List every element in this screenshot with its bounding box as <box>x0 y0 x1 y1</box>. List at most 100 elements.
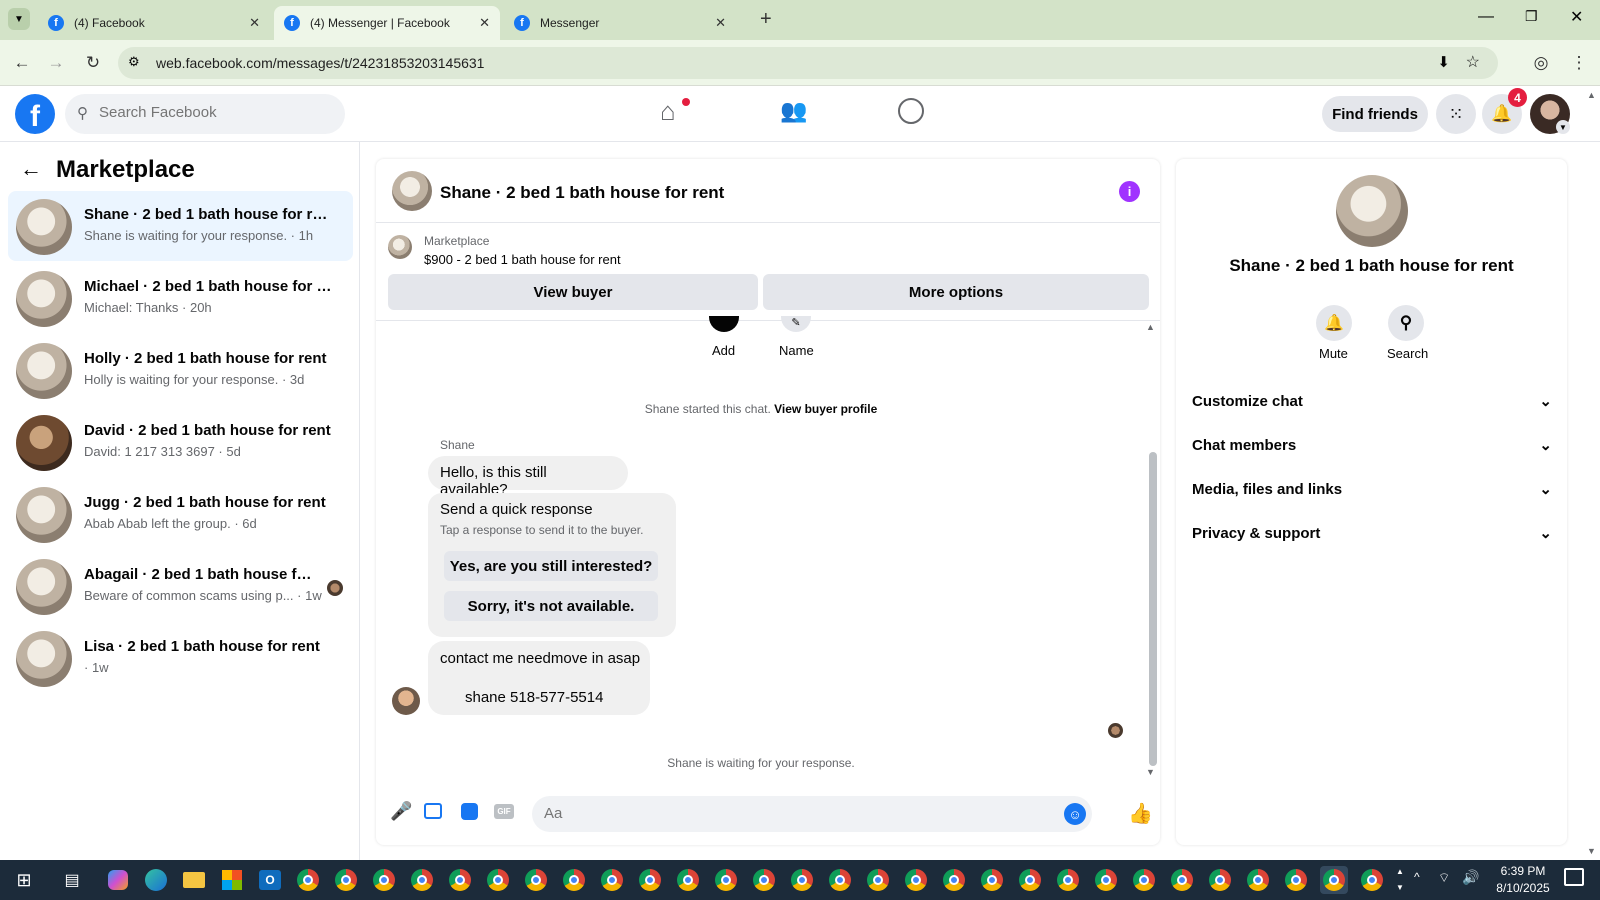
sender-avatar[interactable] <box>392 687 420 715</box>
chrome-icon[interactable] <box>1130 866 1158 894</box>
home-icon[interactable]: ⌂ <box>660 96 676 127</box>
taskbar-scroll-icon[interactable]: ▲ ▼ <box>1396 864 1404 896</box>
chrome-icon[interactable] <box>750 866 778 894</box>
copilot-icon[interactable] <box>104 866 132 894</box>
edge-browser-icon[interactable] <box>142 866 170 894</box>
chrome-icon[interactable] <box>560 866 588 894</box>
profile-icon[interactable]: ◎ <box>1528 50 1554 76</box>
close-tab-icon[interactable]: ✕ <box>715 15 726 31</box>
task-view-icon[interactable]: ▤ <box>58 866 86 894</box>
scroll-down-arrow-icon[interactable]: ▼ <box>1146 767 1155 777</box>
chrome-icon[interactable] <box>294 866 322 894</box>
conversation-item[interactable]: Shane · 2 bed 1 bath house for rent Shan… <box>8 191 353 261</box>
chrome-icon[interactable] <box>522 866 550 894</box>
chrome-icon[interactable] <box>826 866 854 894</box>
privacy-support-section[interactable]: Privacy & support ⌄ <box>1192 524 1552 543</box>
quick-response-button[interactable]: Yes, are you still interested? <box>444 551 658 581</box>
chrome-icon[interactable] <box>484 866 512 894</box>
groups-icon[interactable] <box>898 98 924 124</box>
page-scroll-down-icon[interactable]: ▼ <box>1587 846 1596 856</box>
chrome-icon[interactable] <box>940 866 968 894</box>
conversation-item[interactable]: Holly · 2 bed 1 bath house for rent Holl… <box>8 335 353 405</box>
message-composer[interactable]: ☺ <box>532 796 1092 832</box>
clock-date[interactable]: 8/10/2025 <box>1486 881 1560 895</box>
media-files-section[interactable]: Media, files and links ⌄ <box>1192 480 1552 499</box>
close-tab-icon[interactable]: ✕ <box>249 15 260 31</box>
conversation-item[interactable]: Abagail · 2 bed 1 bath house for... Bewa… <box>8 551 353 621</box>
install-app-icon[interactable]: ⬇ <box>1437 53 1450 71</box>
browser-menu-icon[interactable]: ⋮ <box>1566 50 1592 76</box>
chrome-icon[interactable] <box>446 866 474 894</box>
chrome-icon-active[interactable] <box>1320 866 1348 894</box>
windows-start-icon[interactable]: ⊞ <box>10 866 38 894</box>
conversation-item[interactable]: David · 2 bed 1 bath house for rent Davi… <box>8 407 353 477</box>
volume-icon[interactable]: 🔊 <box>1462 869 1479 886</box>
browser-tab-active[interactable]: f (4) Messenger | Facebook ✕ <box>274 6 500 40</box>
back-arrow-icon[interactable]: ← <box>20 156 42 182</box>
tray-overflow-icon[interactable]: ^ <box>1414 870 1420 884</box>
chrome-icon[interactable] <box>370 866 398 894</box>
sticker-icon[interactable] <box>461 803 478 820</box>
conversation-item[interactable]: Jugg · 2 bed 1 bath house for rent Abab … <box>8 479 353 549</box>
conversation-item[interactable]: Michael · 2 bed 1 bath house for re... M… <box>8 263 353 333</box>
find-friends-button[interactable]: Find friends <box>1322 96 1428 132</box>
file-explorer-icon[interactable] <box>180 866 208 894</box>
chrome-icon[interactable] <box>332 866 360 894</box>
network-icon[interactable]: ⌔ <box>1438 870 1450 886</box>
search-input[interactable] <box>99 104 329 121</box>
account-chevron-down-icon[interactable]: ▼ <box>1556 120 1570 134</box>
like-thumbs-up-icon[interactable]: 👍 <box>1128 801 1153 826</box>
friends-icon[interactable]: 👥 <box>780 98 807 124</box>
microphone-icon[interactable]: 🎤 <box>390 801 412 822</box>
chrome-icon[interactable] <box>1282 866 1310 894</box>
scroll-up-arrow-icon[interactable]: ▲ <box>1146 322 1155 332</box>
reload-icon[interactable]: ↻ <box>80 50 106 76</box>
chat-scrollbar[interactable] <box>1149 452 1157 766</box>
customize-chat-section[interactable]: Customize chat ⌄ <box>1192 392 1552 411</box>
chrome-icon[interactable] <box>712 866 740 894</box>
close-window-icon[interactable]: ✕ <box>1570 7 1583 27</box>
chrome-icon[interactable] <box>598 866 626 894</box>
close-tab-icon[interactable]: ✕ <box>479 15 490 31</box>
photo-icon[interactable] <box>424 803 442 819</box>
chrome-icon[interactable] <box>1358 866 1386 894</box>
search-icon[interactable]: ⚲ <box>1388 305 1424 341</box>
emoji-icon[interactable]: ☺ <box>1064 803 1086 825</box>
chat-members-section[interactable]: Chat members ⌄ <box>1192 436 1552 455</box>
minimize-icon[interactable]: — <box>1478 8 1494 26</box>
chrome-icon[interactable] <box>1206 866 1234 894</box>
view-buyer-profile-link[interactable]: View buyer profile <box>774 402 877 416</box>
view-buyer-button[interactable]: View buyer <box>388 274 758 310</box>
quick-response-button[interactable]: Sorry, it's not available. <box>444 591 658 621</box>
chrome-icon[interactable] <box>902 866 930 894</box>
notification-center-icon[interactable] <box>1564 868 1584 886</box>
message-input[interactable] <box>544 805 1044 822</box>
browser-tab[interactable]: f (4) Facebook ✕ <box>38 6 270 40</box>
browser-tab[interactable]: f Messenger ✕ <box>504 6 736 40</box>
chat-title[interactable]: Shane · 2 bed 1 bath house for rent <box>440 183 724 203</box>
store-icon[interactable] <box>218 866 246 894</box>
chrome-icon[interactable] <box>1244 866 1272 894</box>
info-icon[interactable]: i <box>1119 181 1140 202</box>
menu-grid-icon[interactable]: ⁙ <box>1436 94 1476 134</box>
chrome-icon[interactable] <box>788 866 816 894</box>
facebook-search[interactable]: ⚲ <box>65 94 345 134</box>
more-options-button[interactable]: More options <box>763 274 1149 310</box>
chrome-icon[interactable] <box>1016 866 1044 894</box>
new-tab-icon[interactable]: + <box>760 8 772 31</box>
chrome-icon[interactable] <box>674 866 702 894</box>
tab-search-button[interactable]: ▼ <box>8 8 30 30</box>
page-scroll-up-icon[interactable]: ▲ <box>1587 90 1596 100</box>
mute-bell-icon[interactable]: 🔔 <box>1316 305 1352 341</box>
outlook-icon[interactable]: O <box>256 866 284 894</box>
chrome-icon[interactable] <box>978 866 1006 894</box>
bookmark-star-icon[interactable]: ☆ <box>1466 52 1480 72</box>
chrome-icon[interactable] <box>1054 866 1082 894</box>
chrome-icon[interactable] <box>1168 866 1196 894</box>
restore-icon[interactable]: ❐ <box>1525 8 1538 25</box>
chrome-icon[interactable] <box>636 866 664 894</box>
conversation-item[interactable]: Lisa · 2 bed 1 bath house for rent · 1w <box>8 623 353 693</box>
facebook-logo-icon[interactable]: f <box>15 94 55 134</box>
site-settings-icon[interactable]: ⚙ <box>128 54 140 70</box>
chrome-icon[interactable] <box>408 866 436 894</box>
